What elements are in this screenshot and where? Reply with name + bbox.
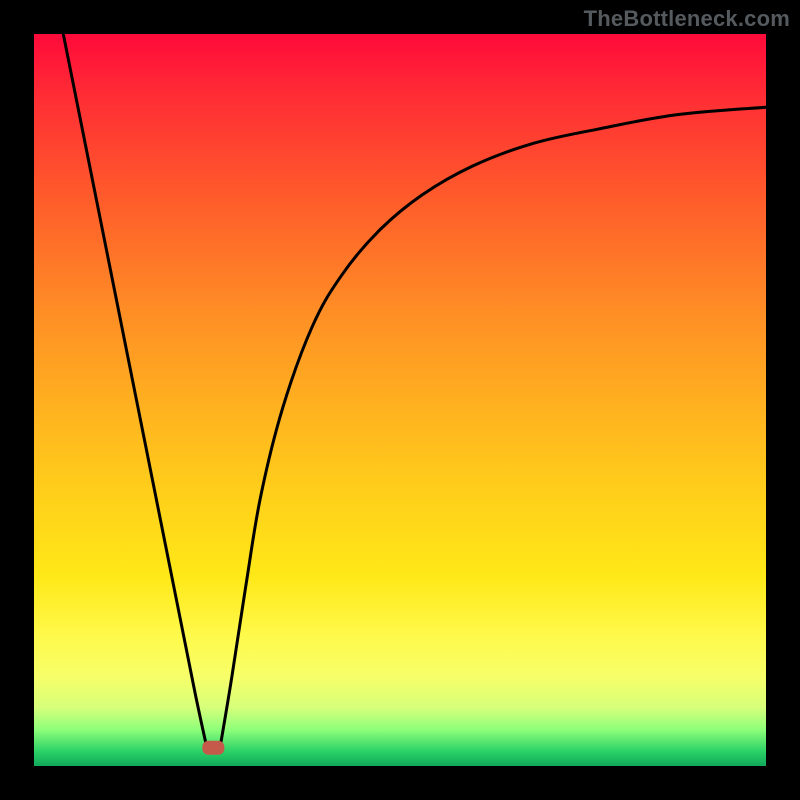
plot-area xyxy=(34,34,766,766)
curve-layer xyxy=(34,34,766,766)
chart-frame: TheBottleneck.com xyxy=(0,0,800,800)
curve-left-branch xyxy=(63,34,206,744)
bottleneck-curve xyxy=(63,34,766,755)
curve-right-branch xyxy=(221,107,766,744)
watermark-text: TheBottleneck.com xyxy=(584,6,790,32)
minimum-marker xyxy=(202,741,224,755)
